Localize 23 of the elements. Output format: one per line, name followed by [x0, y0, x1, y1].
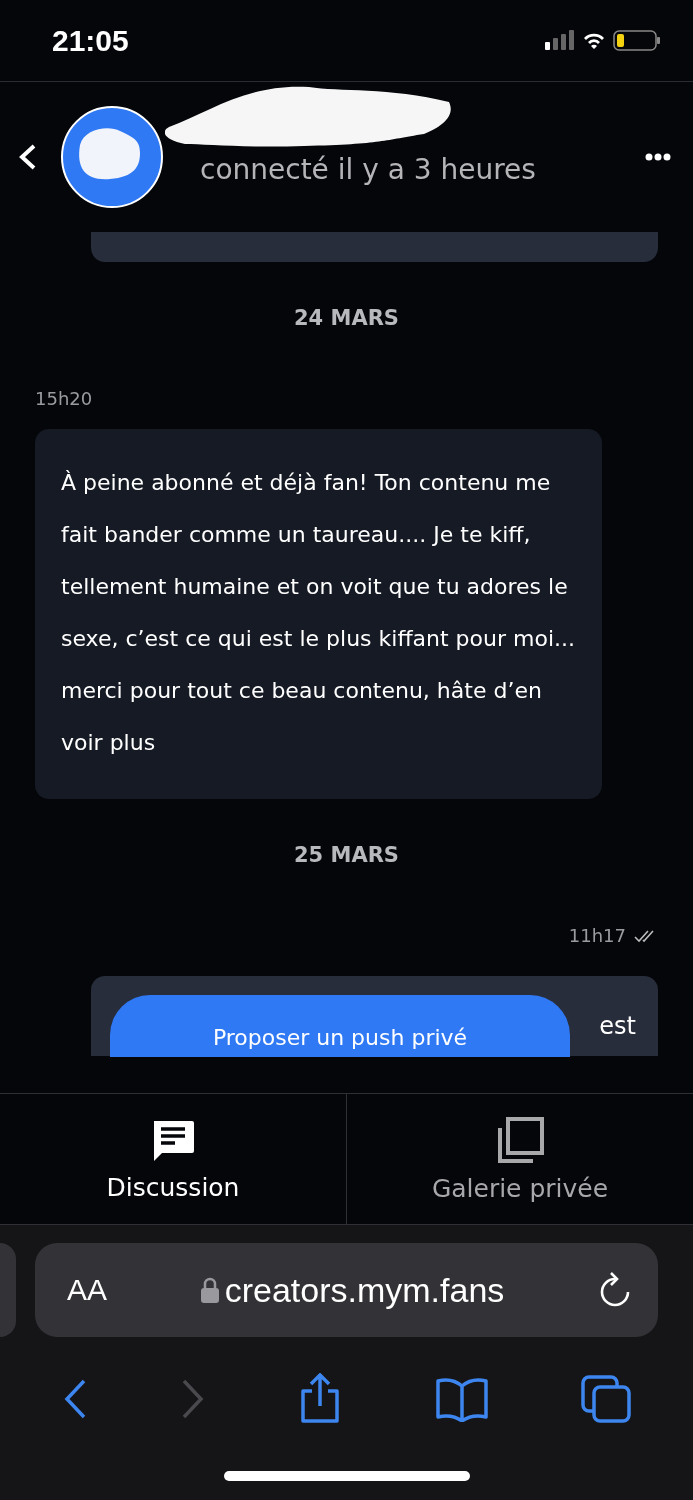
bookmarks-icon[interactable]: [434, 1376, 489, 1422]
reload-icon[interactable]: [598, 1271, 632, 1309]
signal-icon: [545, 29, 575, 52]
tab[interactable]: Discussion: [0, 1094, 347, 1224]
private-push-button[interactable]: Proposer un push privé: [110, 995, 570, 1057]
message-text: est: [599, 1012, 636, 1040]
text-size-button[interactable]: AA: [67, 1273, 108, 1307]
gallery-icon: [495, 1115, 545, 1164]
address-bar[interactable]: AA creators.mym.fans: [35, 1243, 658, 1337]
date-separator: 25 MARS: [293, 843, 400, 867]
message-bubble: À peine abonné et déjà fan! Ton contenu me fait bander comme un taureau.... Je te kiff, tellement humaine et on voit que tu adores le sexe, c’est ce qui est le plus kiffant pour moi... merci pour tout ce beau contenu, hâte d’en voir plus: [35, 429, 602, 799]
url-text: creators.mym.fans: [224, 1270, 505, 1310]
lock-icon: [200, 1277, 219, 1303]
message-time: 15h20: [35, 388, 93, 409]
tab[interactable]: Galerie privée: [347, 1094, 693, 1224]
online-status: connecté il y a 3 heures: [199, 152, 537, 186]
status-time: 21:05: [52, 23, 129, 58]
tabs-icon[interactable]: [580, 1375, 631, 1423]
more-icon[interactable]: [645, 153, 671, 161]
date-separator: 24 MARS: [293, 306, 400, 330]
battery-icon: [613, 30, 661, 51]
wifi-icon: [583, 32, 605, 49]
message-time: 11h17: [568, 925, 626, 946]
